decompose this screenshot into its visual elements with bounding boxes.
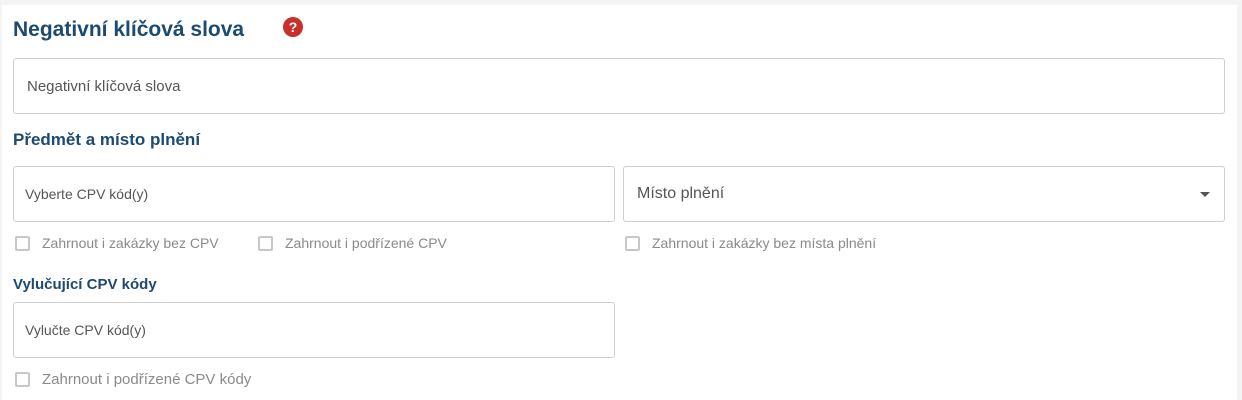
checkbox-include-without-place[interactable]: Zahrnout i zakázky bez místa plnění (625, 235, 876, 251)
checkbox-label: Zahrnout i zakázky bez místa plnění (652, 235, 877, 251)
cpv-code-input[interactable] (25, 186, 614, 202)
checkbox-include-child-cpv-codes[interactable]: Zahrnout i podřízené CPV kódy (15, 371, 251, 388)
place-of-performance-select[interactable]: Místo plnění (623, 166, 1225, 222)
place-select-label: Místo plnění (637, 185, 725, 202)
excluded-cpv-heading: Vylučující CPV kódy (13, 276, 157, 293)
negative-keywords-input[interactable] (27, 77, 1224, 95)
checkbox-label: Zahrnout i zakázky bez CPV (42, 235, 219, 251)
checkbox-box[interactable] (625, 235, 640, 251)
excluded-cpv-input[interactable] (25, 322, 614, 338)
checkbox-include-without-cpv[interactable]: Zahrnout i zakázky bez CPV (15, 235, 219, 251)
checkbox-label: Zahrnout i podřízené CPV (285, 235, 447, 251)
subject-place-heading: Předmět a místo plnění (13, 130, 201, 149)
checkbox-box[interactable] (258, 235, 273, 251)
checkbox-box[interactable] (15, 235, 30, 251)
excluded-cpv-field[interactable] (13, 302, 615, 358)
checkbox-include-child-cpv[interactable]: Zahrnout i podřízené CPV (258, 235, 447, 251)
checkbox-label: Zahrnout i podřízené CPV kódy (42, 371, 252, 388)
chevron-down-icon[interactable] (1200, 192, 1210, 197)
question-circle-icon[interactable]: ? (283, 17, 303, 37)
negative-keywords-field[interactable] (13, 58, 1225, 114)
negative-keywords-heading: Negativní klíčová slova (13, 18, 245, 41)
cpv-code-field[interactable] (13, 166, 615, 222)
checkbox-box[interactable] (15, 372, 30, 387)
